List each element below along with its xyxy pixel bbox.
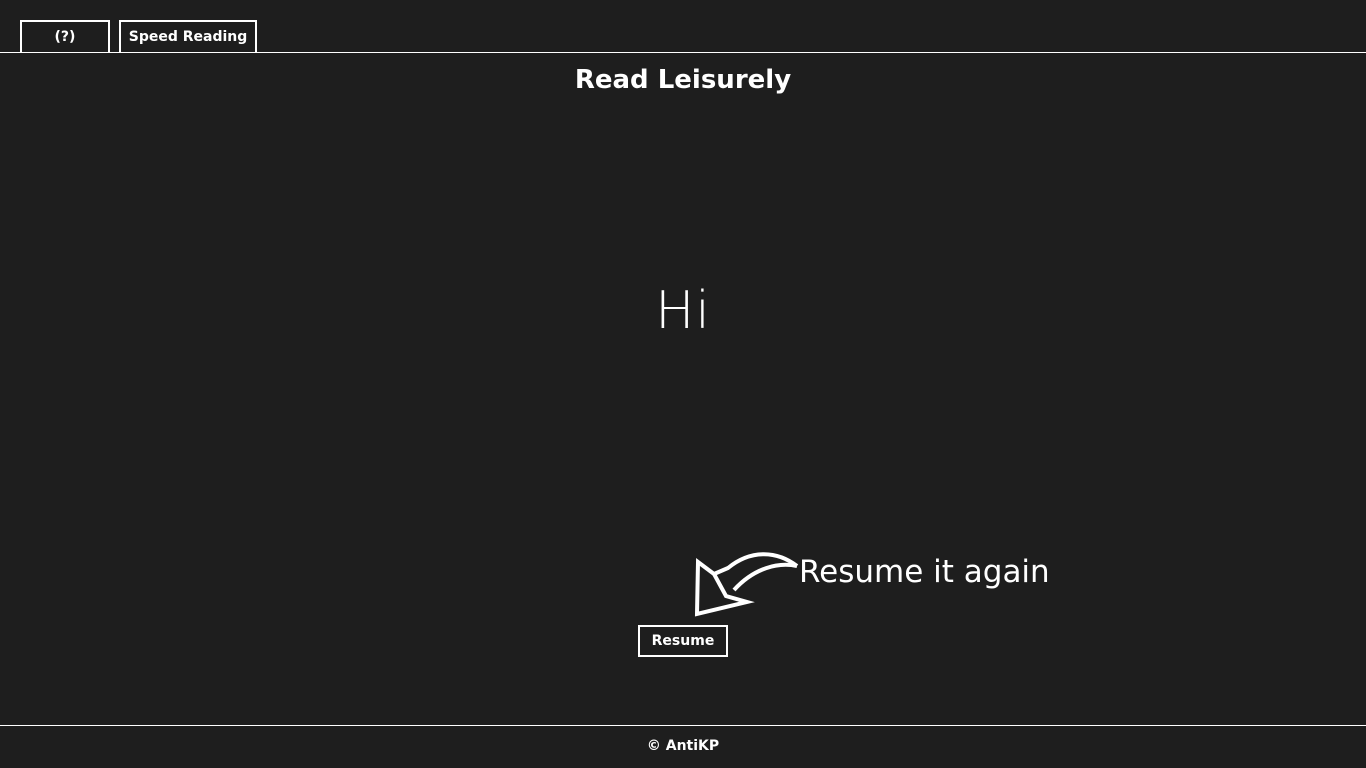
help-button[interactable]: (?) — [20, 20, 110, 52]
copyright-footer: © AntiKP — [646, 738, 720, 754]
speed-reading-button[interactable]: Speed Reading — [119, 20, 257, 52]
resume-hint-text: Resume it again — [799, 554, 1050, 590]
resume-button[interactable]: Resume — [638, 625, 728, 657]
curved-arrow-icon — [694, 552, 799, 617]
reader-current-word: Hi — [655, 281, 711, 341]
app-window: (?) Speed Reading Read Leisurely Hi Resu… — [0, 0, 1366, 768]
footer-divider — [0, 725, 1366, 726]
header-divider — [0, 52, 1366, 53]
page-title: Read Leisurely — [574, 65, 792, 95]
